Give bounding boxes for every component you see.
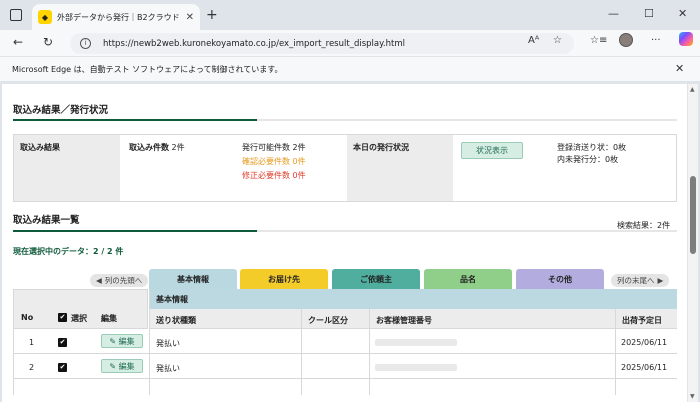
fix-needed-count[interactable]: 修正必要件数 0件 [242, 170, 306, 181]
result-label: 取込み結果 [14, 135, 120, 201]
tab-close-icon[interactable]: ✕ [186, 12, 194, 23]
more-menu-icon[interactable]: ··· [651, 35, 661, 46]
section-divider [13, 119, 677, 121]
row-edit-button[interactable]: ✎ 編集 [101, 334, 143, 348]
row-invoice-type: 発払い [156, 364, 180, 373]
issuable-count: 発行可能件数 2件 [242, 143, 306, 152]
profile-avatar[interactable] [619, 33, 633, 47]
row-ship-date: 2025/06/11 [621, 338, 668, 347]
header-cool: クール区分 [308, 316, 348, 325]
tab-delivery[interactable]: お届け先 [240, 269, 328, 289]
window-menu-icon[interactable] [10, 9, 22, 21]
count-label: 取込み件数 2件 [129, 143, 185, 152]
read-aloud-icon[interactable]: Aᴬ [528, 35, 539, 46]
registered-count: 登録済送り状：0枚 [557, 143, 627, 152]
tab-title: 外部データから発行｜B2クラウド [57, 12, 180, 22]
close-window-icon[interactable]: ✕ [678, 7, 687, 20]
unissued-count: 内未発行分：0枚 [557, 155, 619, 164]
import-section-title: 取込み結果／発行状況 [13, 105, 109, 116]
favorite-star-icon[interactable]: ☆ [553, 35, 562, 46]
today-status-label: 本日の発行状況 [347, 135, 453, 201]
address-bar[interactable]: i https://newb2web.kuronekoyamato.co.jp/… [70, 33, 574, 54]
section-divider [13, 230, 677, 232]
tab-basic-info[interactable]: 基本情報 [149, 269, 237, 289]
browser-titlebar: ◆ 外部データから発行｜B2クラウド ✕ + — ☐ ✕ [0, 0, 700, 30]
row-no: 2 [29, 363, 35, 372]
url-text: https://newb2web.kuronekoyamato.co.jp/ex… [103, 38, 405, 49]
row-select-checkbox[interactable]: ✔ [58, 363, 67, 372]
row-ship-date: 2025/06/11 [621, 363, 668, 372]
selected-count: 現在選択中のデータ：2 / 2 件 [13, 247, 124, 256]
row-select-checkbox[interactable]: ✔ [58, 338, 67, 347]
customer-no-redacted [375, 364, 457, 371]
header-edit: 編集 [101, 314, 117, 323]
header-invoice-type: 送り状種類 [156, 316, 196, 325]
scrollbar-thumb[interactable] [690, 176, 696, 254]
scroll-last-column-button[interactable]: 列の末尾へ ▶ [611, 274, 670, 287]
tab-sender[interactable]: ご依頼主 [332, 269, 420, 289]
tab-product[interactable]: 品名 [424, 269, 512, 289]
new-tab-icon[interactable]: + [206, 7, 218, 23]
browser-tab[interactable]: ◆ 外部データから発行｜B2クラウド ✕ [32, 4, 200, 30]
tab-other[interactable]: その他 [516, 269, 604, 289]
maximize-icon[interactable]: ☐ [644, 7, 654, 20]
status-display-button[interactable]: 状況表示 [461, 142, 523, 159]
list-section-title: 取込み結果一覧 [13, 215, 80, 226]
header-select: 選択 [71, 314, 87, 323]
site-info-icon[interactable]: i [80, 38, 91, 49]
automation-infobar: Microsoft Edge は、自動テスト ソフトウェアによって制御されていま… [0, 56, 700, 81]
copilot-icon[interactable] [679, 32, 693, 46]
row-no: 1 [29, 338, 35, 347]
customer-no-redacted [375, 339, 457, 346]
row-invoice-type: 発払い [156, 339, 180, 348]
group-header-basic-info: 基本情報 [150, 289, 677, 309]
header-customer-no: お客様管理番号 [376, 316, 432, 325]
page-content: 取込み結果／発行状況 取込み結果 取込み件数 2件 発行可能件数 2件 確認必要… [2, 84, 687, 402]
minimize-icon[interactable]: — [608, 7, 619, 20]
header-ship-date: 出荷予定日 [622, 316, 662, 325]
row-edit-button[interactable]: ✎ 編集 [101, 359, 143, 373]
scroll-first-column-button[interactable]: ◀ 列の先頭へ [90, 274, 149, 287]
favorites-icon[interactable]: ☆≡ [590, 35, 607, 46]
import-result-box: 取込み結果 取込み件数 2件 発行可能件数 2件 確認必要件数 0件 修正必要件… [13, 134, 677, 202]
page-scrollbar[interactable]: ▲ ▼ [688, 84, 698, 402]
browser-toolbar: ← ↻ i https://newb2web.kuronekoyamato.co… [0, 30, 700, 56]
refresh-icon[interactable]: ↻ [40, 35, 56, 49]
infobar-message: Microsoft Edge は、自動テスト ソフトウェアによって制御されていま… [12, 65, 283, 74]
header-no: No [21, 313, 34, 322]
select-all-checkbox[interactable]: ✔ [58, 313, 67, 322]
back-icon[interactable]: ← [10, 35, 26, 49]
infobar-close-icon[interactable]: ✕ [675, 62, 684, 75]
confirm-needed-count[interactable]: 確認必要件数 0件 [242, 156, 306, 167]
yamato-favicon-icon: ◆ [38, 10, 52, 24]
